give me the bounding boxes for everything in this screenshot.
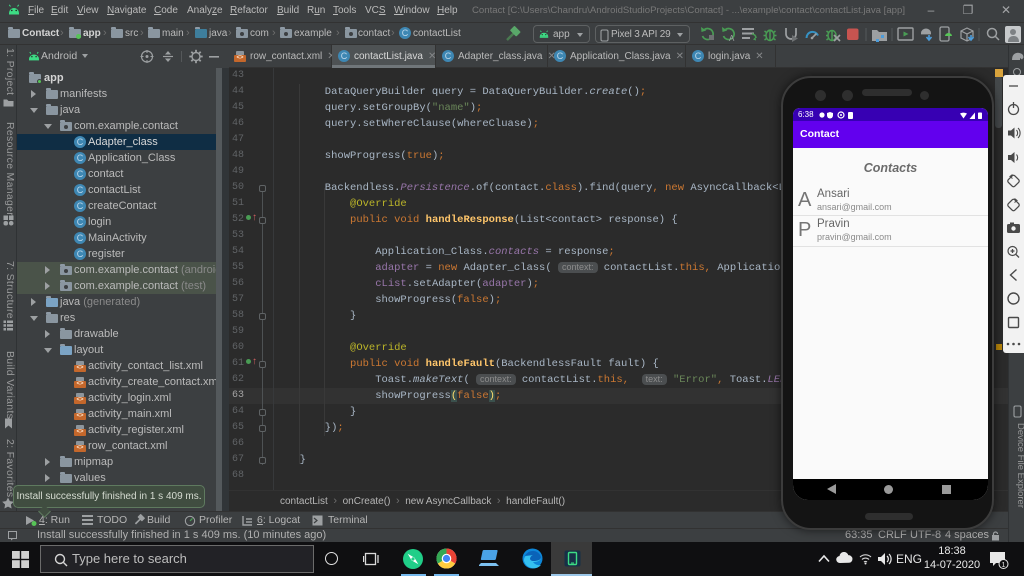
svg-text:1: 1: [1002, 562, 1006, 569]
svg-text:A: A: [729, 34, 735, 43]
